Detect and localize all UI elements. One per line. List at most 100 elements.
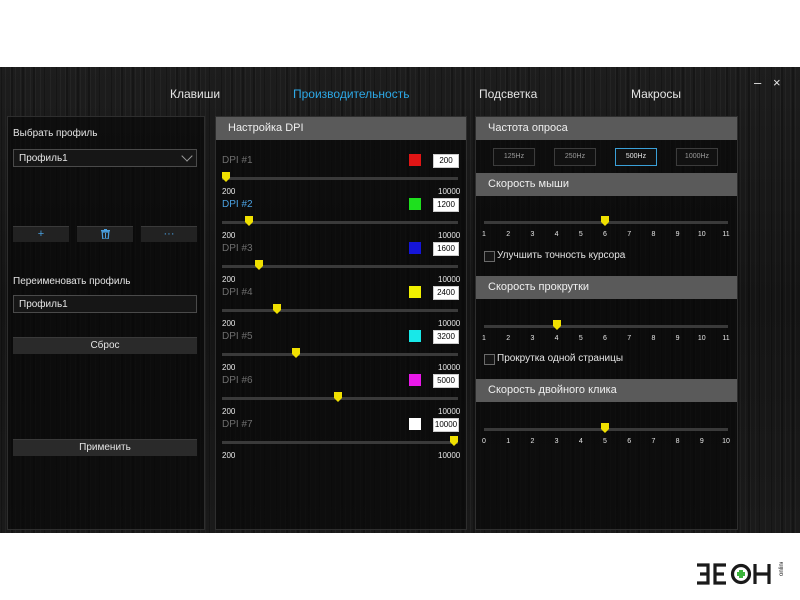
slider-tick-label: 11 [722,231,730,238]
page-scroll-label: Прокрутка одной страницы [497,353,624,364]
slider-tick-label: 9 [675,335,680,342]
rename-profile-input[interactable]: Профиль1 [13,295,197,313]
slider-tick-label: 3 [530,231,535,238]
dpi-range-max: 10000 [438,407,461,416]
profile-dropdown-value: Профиль1 [19,153,68,164]
dpi-range-min: 200 [222,451,236,460]
dpi-value-input[interactable]: 200 [433,154,459,168]
slider-tick-label: 5 [578,231,583,238]
dpi-value-input[interactable]: 1200 [433,198,459,212]
rate-125-button[interactable]: 125Hz [493,148,535,166]
dpi-color-swatch[interactable] [409,374,421,386]
slider-tick-label: 10 [722,438,730,445]
slider-tick-label: 7 [651,438,656,445]
tab-macros[interactable]: Макросы [631,87,681,101]
dpi-row-label[interactable]: DPI #1 [222,155,253,166]
slider-tick-label: 7 [627,231,632,238]
more-icon: ··· [163,228,175,240]
dpi-range-min: 200 [222,363,236,372]
apply-button[interactable]: Применить [13,439,197,456]
slider-tick-label: 4 [554,335,559,342]
dpi-range-max: 10000 [438,231,461,240]
dpi-range-min: 200 [222,231,236,240]
slider-tick-label: 8 [675,438,680,445]
more-options-button[interactable]: ··· [141,226,197,242]
dpi-value-input[interactable]: 10000 [433,418,459,432]
slider-tick-label: 0 [482,438,486,445]
dpi-value-input[interactable]: 5000 [433,374,459,388]
polling-rate-title: Частота опроса [476,117,737,140]
select-profile-label: Выбрать профиль [13,128,98,139]
dpi-color-swatch[interactable] [409,330,421,342]
scroll-speed-title: Скорость прокрутки [476,276,737,299]
rename-profile-value: Профиль1 [19,299,68,310]
slider-tick-label: 5 [603,438,607,445]
dpi-slider-track[interactable] [222,353,458,356]
add-profile-button[interactable]: + [13,226,69,242]
reset-button[interactable]: Сброс [13,337,197,354]
dpi-color-swatch[interactable] [409,198,421,210]
dpi-range-min: 200 [222,187,236,196]
tab-keys[interactable]: Клавиши [170,87,220,101]
svg-text:online: online [779,562,785,576]
dpi-panel: Настройка DPI DPI #1 200 200 10000 DPI #2 120… [215,116,467,530]
zeon-logo: online [695,559,785,591]
minimize-button[interactable]: – [754,75,761,90]
page-scroll-checkbox[interactable] [484,354,495,365]
dpi-value-input[interactable]: 2400 [433,286,459,300]
profile-dropdown[interactable]: Профиль1 [13,149,197,167]
slider-tick-label: 9 [675,231,680,238]
slider-tick-label: 2 [506,231,511,238]
slider-tick-label: 11 [722,335,730,342]
rate-500-button[interactable]: 500Hz [615,148,657,166]
slider-tick-label: 8 [651,231,656,238]
dpi-range-min: 200 [222,407,236,416]
chevron-down-icon [181,150,193,162]
dpi-slider-track[interactable] [222,221,458,224]
cursor-precision-checkbox[interactable] [484,251,495,262]
dpi-value-input[interactable]: 1600 [433,242,459,256]
slider-tick-label: 1 [506,438,511,445]
dpi-row-label[interactable]: DPI #6 [222,375,253,386]
dpi-color-swatch[interactable] [409,154,421,166]
slider-tick-label: 7 [627,335,632,342]
dpi-color-swatch[interactable] [409,286,421,298]
rate-250-button[interactable]: 250Hz [554,148,596,166]
close-button[interactable]: × [773,75,781,90]
dpi-range-max: 10000 [438,275,461,284]
dpi-row-label[interactable]: DPI #2 [222,199,253,210]
tab-lighting[interactable]: Подсветка [479,87,537,101]
dpi-row-label[interactable]: DPI #5 [222,331,253,342]
dpi-row-label[interactable]: DPI #4 [222,287,253,298]
slider-tick-label: 1 [482,231,486,238]
slider-tick-label: 3 [554,438,559,445]
slider-tick-label: 6 [603,335,607,342]
double-click-title: Скорость двойного клика [476,379,737,402]
slider-tick-label: 3 [530,335,535,342]
slider-tick-label: 10 [697,335,706,342]
slider-tick-label: 9 [699,438,704,445]
slider-tick-label: 8 [651,335,656,342]
dpi-range-max: 10000 [438,319,461,328]
slider-tick-label: 1 [482,335,486,342]
dpi-panel-title: Настройка DPI [216,117,466,140]
rename-profile-label: Переименовать профиль [13,276,131,287]
slider-tick-label: 4 [554,231,559,238]
delete-profile-button[interactable] [77,226,133,242]
dpi-color-swatch[interactable] [409,242,421,254]
dpi-range-min: 200 [222,275,236,284]
tab-performance[interactable]: Производительность [293,87,409,101]
scroll-speed-track[interactable] [484,325,728,328]
rate-1000-button[interactable]: 1000Hz [676,148,718,166]
dpi-color-swatch[interactable] [409,418,421,430]
dpi-value-input[interactable]: 3200 [433,330,459,344]
dpi-row-label[interactable]: DPI #7 [222,419,253,430]
dpi-slider-track[interactable] [222,177,458,180]
cursor-precision-label: Улучшить точность курсора [497,250,626,261]
dpi-range-min: 200 [222,319,236,328]
dpi-slider-track[interactable] [222,441,458,444]
dpi-slider-track[interactable] [222,309,458,312]
dpi-range-max: 10000 [438,187,461,196]
dpi-row-label[interactable]: DPI #3 [222,243,253,254]
mouse-speed-title: Скорость мыши [476,173,737,196]
